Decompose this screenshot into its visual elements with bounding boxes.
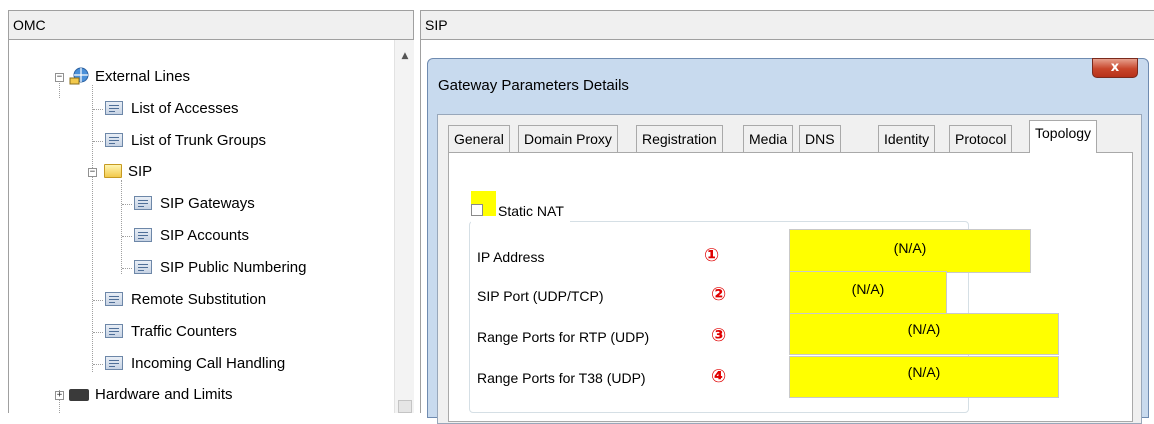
folder-icon xyxy=(104,164,122,178)
tab-identity[interactable]: Identity xyxy=(878,125,936,152)
dialog-body: General Domain Proxy Registration Media … xyxy=(437,114,1142,424)
callout-number-3: ③ xyxy=(711,325,727,346)
document-icon xyxy=(134,260,152,274)
tab-general[interactable]: General xyxy=(448,125,510,152)
tree-item-label: Traffic Counters xyxy=(131,323,237,340)
t38-port-range-field[interactable]: (N/A) xyxy=(789,356,1059,398)
rtp-port-range-field[interactable]: (N/A) xyxy=(789,313,1059,355)
tab-topology[interactable]: Topology xyxy=(1029,120,1098,153)
tab-dns[interactable]: DNS xyxy=(799,125,841,152)
topology-tab-pane: Static NAT IP Address ① (N/A) SIP Port (… xyxy=(448,152,1133,422)
tree-item-label: Incoming Call Handling xyxy=(131,355,286,372)
tree-item-label: List of Trunk Groups xyxy=(131,132,267,149)
navigation-tree: − External Lines List of Accesses List o… xyxy=(8,40,414,413)
tree-connector xyxy=(93,332,103,333)
external-lines-icon xyxy=(69,67,91,85)
sip-content-area: Gateway Parameters Details x General Dom… xyxy=(420,40,1154,424)
ip-address-field[interactable]: (N/A) xyxy=(789,229,1031,273)
rtp-port-range-label: Range Ports for RTP (UDP) xyxy=(477,329,650,345)
tree-item-label: SIP Public Numbering xyxy=(160,259,307,276)
scroll-up-arrow-icon[interactable]: ▲ xyxy=(395,48,414,64)
t38-port-range-label: Range Ports for T38 (UDP) xyxy=(477,370,646,386)
tab-media[interactable]: Media xyxy=(743,125,794,152)
tree-item-label: SIP Gateways xyxy=(160,195,255,212)
tree-connector xyxy=(121,180,122,274)
hardware-icon xyxy=(69,389,89,401)
static-nat-option[interactable]: Static NAT xyxy=(471,191,570,224)
document-icon xyxy=(105,101,123,115)
tree-connector xyxy=(92,85,93,372)
document-icon xyxy=(105,356,123,370)
tree-item-label: SIP Accounts xyxy=(160,227,249,244)
tree-connector xyxy=(122,268,132,269)
tree-connector xyxy=(122,236,132,237)
tree-item-label: SIP xyxy=(128,163,153,180)
sip-panel-header: SIP xyxy=(420,10,1154,40)
document-icon xyxy=(134,228,152,242)
tree-scrollbar[interactable]: ▲ xyxy=(394,40,414,413)
expand-toggle-icon[interactable]: + xyxy=(55,391,64,400)
tab-domain-proxy[interactable]: Domain Proxy xyxy=(518,125,618,152)
tab-protocol[interactable]: Protocol xyxy=(949,125,1013,152)
ip-address-label: IP Address xyxy=(477,249,545,265)
collapse-toggle-icon[interactable]: − xyxy=(55,73,64,82)
callout-number-2: ② xyxy=(711,284,727,305)
tree-item-label: Hardware and Limits xyxy=(95,386,233,403)
callout-number-4: ④ xyxy=(711,366,727,387)
tree-connector xyxy=(122,204,132,205)
close-button[interactable]: x xyxy=(1092,58,1138,78)
dialog-title: Gateway Parameters Details xyxy=(438,77,629,94)
scroll-thumb[interactable] xyxy=(398,400,412,413)
tab-registration[interactable]: Registration xyxy=(636,125,723,152)
tree-item-label: Remote Substitution xyxy=(131,291,267,308)
static-nat-label: Static NAT xyxy=(498,203,564,219)
omc-panel-header: OMC xyxy=(8,10,414,40)
document-icon xyxy=(105,292,123,306)
sip-port-label: SIP Port (UDP/TCP) xyxy=(477,288,604,304)
tree-connector xyxy=(93,141,103,142)
callout-number-1: ① xyxy=(704,245,720,266)
sip-port-field[interactable]: (N/A) xyxy=(789,271,947,315)
tree-item-label: External Lines xyxy=(95,68,191,85)
collapse-toggle-icon[interactable]: − xyxy=(88,168,97,177)
tree-item-label: List of Accesses xyxy=(131,100,239,117)
document-icon xyxy=(105,133,123,147)
tree-connector xyxy=(93,109,103,110)
gateway-parameters-dialog: Gateway Parameters Details x General Dom… xyxy=(427,58,1149,424)
tree-connector xyxy=(93,364,103,365)
document-icon xyxy=(134,196,152,210)
static-nat-checkbox[interactable] xyxy=(471,204,483,216)
tree-connector xyxy=(93,300,103,301)
document-icon xyxy=(105,324,123,338)
